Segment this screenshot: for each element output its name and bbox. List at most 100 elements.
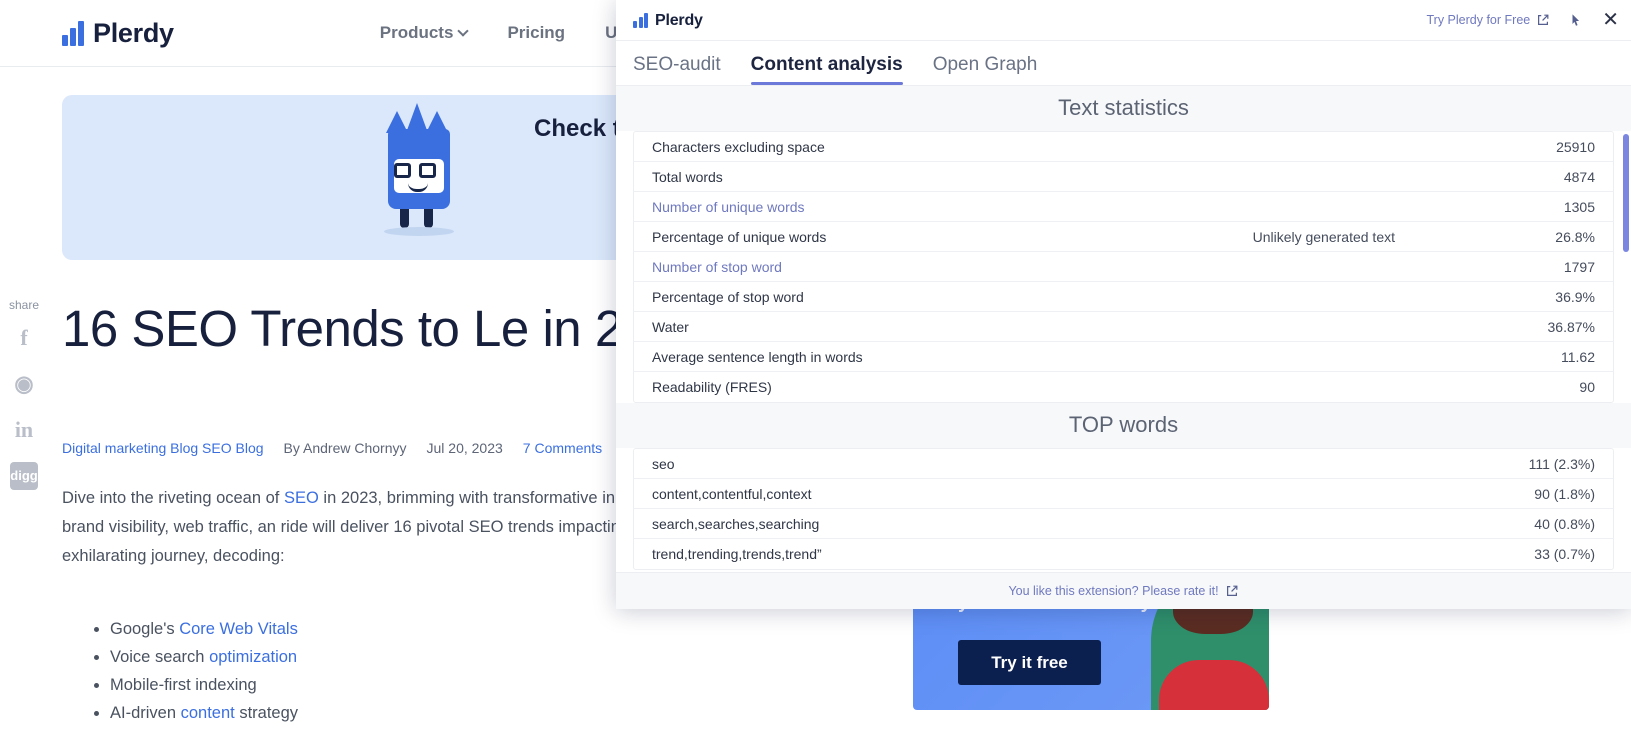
stat-value: 90 (1579, 379, 1595, 395)
top-word: content,contentful,context (652, 485, 812, 502)
close-icon[interactable]: ✕ (1602, 10, 1619, 30)
bullet-text: Voice search (110, 648, 210, 666)
content-link[interactable]: content (181, 704, 235, 722)
table-row: search,searches,searching 40 (0.8%) (634, 509, 1613, 539)
table-row: content,contentful,context 90 (1.8%) (634, 479, 1613, 509)
nav-item-products-label: Products (379, 23, 454, 42)
top-word: search,searches,searching (652, 515, 820, 532)
top-word-count: 33 (0.7%) (1534, 546, 1595, 562)
tab-seo-audit[interactable]: SEO-audit (633, 54, 721, 85)
list-item: Voice search optimization (110, 643, 732, 671)
stat-value: 4874 (1563, 168, 1595, 185)
optimization-link[interactable]: optimization (209, 648, 297, 666)
nav-item-pricing[interactable]: Pricing (507, 23, 565, 43)
table-row: Water 36.87% (634, 312, 1613, 342)
bullet-text: Google's (110, 620, 180, 638)
stat-value: 36.87% (1547, 318, 1595, 335)
stat-label: Characters excluding space (652, 138, 825, 155)
stat-label: Readability (FRES) (652, 379, 772, 395)
panel-header-actions: Try Plerdy for Free ✕ (1427, 10, 1620, 30)
article-paragraph-part-1: Dive into the riveting ocean of (62, 489, 284, 507)
digg-icon[interactable]: digg (10, 462, 38, 490)
article-meta: Digital marketing Blog SEO Blog By Andre… (62, 440, 602, 456)
table-row: Average sentence length in words 11.62 (634, 342, 1613, 372)
table-row: seo 111 (2.3%) (634, 449, 1613, 479)
article-comments[interactable]: 7 Comments (523, 440, 602, 456)
stat-value: 26.8% (1555, 228, 1595, 245)
top-word: trend,trending,trends,trend” (652, 546, 822, 562)
facebook-icon[interactable]: f (10, 324, 38, 352)
stat-label: Percentage of unique words (652, 228, 827, 245)
panel-footer: You like this extension? Please rate it! (616, 572, 1631, 609)
external-link-icon (1536, 13, 1550, 27)
linkedin-icon[interactable]: in (10, 416, 38, 444)
cursor-pin-icon[interactable] (1569, 13, 1583, 27)
table-row: Number of unique words 1305 (634, 192, 1613, 222)
list-item: Google's Core Web Vitals (110, 615, 732, 643)
top-word-count: 40 (0.8%) (1534, 515, 1595, 532)
table-row: Characters excluding space 25910 (634, 132, 1613, 162)
top-words-title: TOP words (616, 403, 1631, 448)
ukraine-flag-icon (180, 21, 201, 35)
core-web-vitals-link[interactable]: Core Web Vitals (179, 620, 298, 638)
tab-open-graph[interactable]: Open Graph (933, 54, 1038, 85)
stat-value: 11.62 (1561, 348, 1595, 365)
share-label: share (8, 298, 40, 312)
panel-brand-name: Plerdy (655, 11, 703, 29)
plerdy-bars-icon (633, 12, 648, 28)
external-link-icon (1225, 584, 1239, 598)
rate-extension-label: You like this extension? Please rate it! (1008, 584, 1219, 598)
panel-scrollbar[interactable] (1623, 134, 1629, 252)
stat-label: Percentage of stop word (652, 288, 804, 305)
stat-value: 1305 (1563, 198, 1595, 215)
try-plerdy-for-free-label: Try Plerdy for Free (1426, 13, 1531, 27)
stat-label-link[interactable]: Number of unique words (652, 199, 805, 215)
stat-label-link[interactable]: Number of stop word (652, 259, 782, 275)
seo-link[interactable]: SEO (284, 489, 319, 507)
bullet-text: Mobile-first indexing (110, 676, 257, 694)
bullet-text-post: strategy (234, 704, 299, 722)
stat-value: 36.9% (1555, 288, 1595, 305)
table-row: trend,trending,trends,trend” 33 (0.7%) (634, 539, 1613, 569)
site-nav: Products Pricing U (380, 23, 618, 43)
stat-label: Total words (652, 168, 723, 185)
stat-value: 25910 (1556, 138, 1595, 155)
stat-note: Unlikely generated text (1252, 228, 1395, 245)
article-date: Jul 20, 2023 (426, 440, 503, 456)
stat-label: Average sentence length in words (652, 348, 863, 365)
nav-item-products[interactable]: Products (379, 23, 470, 43)
table-row: Number of stop word 1797 (634, 252, 1613, 282)
article-bullet-list: Google's Core Web Vitals Voice search op… (92, 615, 732, 727)
site-brand-name: Plerdy (93, 18, 174, 48)
article-categories[interactable]: Digital marketing Blog SEO Blog (62, 440, 264, 456)
top-words-table: seo 111 (2.3%) content,contentful,contex… (633, 448, 1614, 570)
panel-tabs: SEO-audit Content analysis Open Graph (616, 41, 1631, 86)
article-author: By Andrew Chornyy (283, 440, 407, 456)
rate-extension-link[interactable]: You like this extension? Please rate it! (1008, 584, 1238, 598)
table-row: Percentage of unique words Unlikely gene… (634, 222, 1613, 252)
try-it-free-button[interactable]: Try it free (958, 640, 1101, 685)
top-word-count: 111 (2.3%) (1528, 455, 1595, 472)
top-word-count: 90 (1.8%) (1534, 485, 1595, 502)
table-row: Percentage of stop word 36.9% (634, 282, 1613, 312)
list-item: AI-driven content strategy (110, 699, 732, 727)
panel-logo: Plerdy (633, 11, 703, 29)
site-logo[interactable]: Plerdy (62, 18, 201, 48)
panel-header: Plerdy Try Plerdy for Free ✕ (616, 0, 1631, 41)
stat-value: 1797 (1563, 258, 1595, 275)
plerdy-extension-panel: Plerdy Try Plerdy for Free ✕ SEO-audit C… (616, 0, 1631, 609)
text-statistics-table: Characters excluding space 25910 Total w… (633, 131, 1614, 403)
table-row: Total words 4874 (634, 162, 1613, 192)
try-plerdy-for-free-link[interactable]: Try Plerdy for Free (1427, 13, 1551, 27)
text-statistics-title: Text statistics (616, 86, 1631, 131)
list-item: Mobile-first indexing (110, 671, 732, 699)
tab-content-analysis[interactable]: Content analysis (750, 54, 903, 85)
stat-label: Water (652, 318, 689, 335)
bullet-text: AI-driven (110, 704, 181, 722)
top-word: seo (652, 455, 675, 472)
twitter-icon[interactable]: ◉ (10, 370, 38, 398)
panel-content: Text statistics Characters excluding spa… (616, 86, 1631, 572)
plerdy-mascot-icon (372, 103, 466, 237)
share-rail: share f ◉ in digg (6, 298, 42, 508)
plerdy-bars-icon (62, 20, 84, 46)
